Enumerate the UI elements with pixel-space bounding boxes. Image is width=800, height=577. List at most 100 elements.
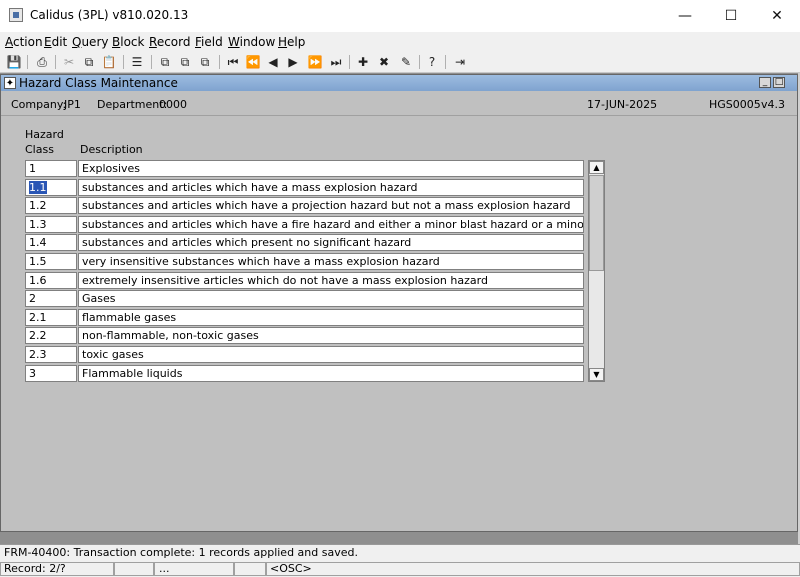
scroll-up-button[interactable]: ▲: [589, 161, 604, 174]
status-segment-3: ...: [154, 562, 234, 576]
maximize-button[interactable]: ☐: [708, 0, 754, 32]
description-field[interactable]: very insensitive substances which have a…: [78, 253, 584, 270]
menu-block[interactable]: Block: [112, 35, 144, 49]
hazard-class-field[interactable]: 1.5: [25, 253, 77, 270]
menu-record[interactable]: Record: [149, 35, 190, 49]
company-label: Company:: [11, 98, 67, 111]
hazard-class-field[interactable]: 2.1: [25, 308, 77, 326]
hazard-class-field[interactable]: 1.2: [25, 197, 77, 215]
menu-block-label: lock: [120, 35, 145, 49]
toolbar-separator: [55, 55, 56, 69]
close-button[interactable]: ✕: [754, 0, 800, 32]
menu-window[interactable]: Window: [228, 35, 275, 49]
osc-indicator: <OSC>: [266, 562, 800, 576]
description-field[interactable]: substances and articles which have a fir…: [78, 215, 584, 233]
next-block-icon[interactable]: ⏩: [307, 54, 323, 70]
column-header-hazard: Hazard: [25, 128, 64, 141]
record-indicator: Record: 2/?: [0, 562, 114, 576]
scroll-thumb[interactable]: [589, 175, 604, 271]
toolbar-separator: [151, 55, 152, 69]
insert-record-icon[interactable]: ✚: [355, 54, 371, 70]
window-title: Calidus (3PL) v810.020.13: [30, 8, 189, 22]
menu-action-mnemonic: A: [5, 35, 13, 49]
form-version: v4.3: [761, 98, 786, 111]
menu-edit-mnemonic: E: [44, 35, 52, 49]
description-field[interactable]: flammable gases: [78, 308, 584, 326]
toolbar-separator: [349, 55, 350, 69]
menu-query-label: uery: [81, 35, 109, 49]
previous-block-icon[interactable]: ⏪: [245, 54, 261, 70]
menu-edit-label: dit: [51, 35, 68, 49]
description-field[interactable]: Gases: [78, 290, 584, 308]
hazard-class-field[interactable]: 2.3: [25, 346, 77, 363]
description-field[interactable]: extremely insensitive articles which do …: [78, 271, 584, 289]
column-header-description: Description: [80, 143, 143, 156]
app-icon: [9, 8, 23, 22]
toolbar-separator: [445, 55, 446, 69]
last-record-icon[interactable]: ⏭: [328, 54, 344, 70]
description-field[interactable]: non-flammable, non-toxic gases: [78, 327, 584, 345]
form-window-icon: ✦: [4, 77, 16, 89]
hazard-class-field[interactable]: 1.3: [25, 215, 77, 233]
list-of-values-icon[interactable]: ☰: [129, 54, 145, 70]
previous-record-icon[interactable]: ◀: [265, 54, 281, 70]
cut-icon[interactable]: ✂: [61, 54, 77, 70]
description-field[interactable]: toxic gases: [78, 346, 584, 363]
enter-query-icon[interactable]: ⧉: [157, 54, 173, 70]
print-icon[interactable]: ⎙: [34, 54, 50, 70]
toolbar: 💾 ⎙ ✂ ⧉ 📋 ☰ ⧉ ⧉ ⧉ ⏮ ⏪ ◀ ▶ ⏩ ⏭ ✚ ✖ ✎ ? ⇥: [0, 52, 800, 73]
save-icon[interactable]: 💾: [6, 54, 22, 70]
help-icon[interactable]: ?: [424, 54, 440, 70]
hazard-class-field[interactable]: 1: [25, 160, 77, 177]
hazard-class-value: 2.3: [29, 348, 47, 361]
description-field[interactable]: Explosives: [78, 160, 584, 177]
hazard-class-field[interactable]: 2: [25, 290, 77, 308]
menu-query[interactable]: Query: [72, 35, 108, 49]
scroll-down-button[interactable]: ▼: [589, 368, 604, 381]
hazard-class-value: 3: [29, 366, 36, 380]
form-title: Hazard Class Maintenance: [19, 76, 178, 90]
title-bar: Calidus (3PL) v810.020.13 — ☐ ✕: [0, 0, 800, 32]
message-bar: FRM-40400: Transaction complete: 1 recor…: [0, 544, 800, 561]
menu-field[interactable]: Field: [195, 35, 223, 49]
menu-block-mnemonic: B: [112, 35, 121, 49]
next-record-icon[interactable]: ▶: [285, 54, 301, 70]
delete-record-icon[interactable]: ✖: [376, 54, 392, 70]
form-minimize-button[interactable]: _: [759, 77, 771, 88]
current-date: 17-JUN-2025: [587, 98, 658, 111]
table-scrollbar[interactable]: ▲ ▼: [588, 160, 605, 382]
company-value: JP1: [64, 98, 81, 111]
menu-record-mnemonic: R: [149, 35, 157, 49]
status-segment-2: [114, 562, 154, 576]
toolbar-separator: [123, 55, 124, 69]
hazard-class-field[interactable]: 1.1: [25, 178, 77, 196]
menu-help[interactable]: Help: [278, 35, 305, 49]
cancel-query-icon[interactable]: ⧉: [197, 54, 213, 70]
description-field[interactable]: substances and articles which have a pro…: [78, 197, 584, 215]
hazard-class-field[interactable]: 2.2: [25, 327, 77, 345]
description-field[interactable]: Flammable liquids: [78, 364, 584, 382]
first-record-icon[interactable]: ⏮: [225, 54, 241, 70]
menu-bar: Action Edit Query Block Record Field Win…: [0, 32, 800, 52]
hazard-class-field[interactable]: 1.4: [25, 234, 77, 252]
hazard-class-field[interactable]: 1.6: [25, 271, 77, 289]
menu-window-label: indow: [239, 35, 276, 49]
exit-icon[interactable]: ⇥: [452, 54, 468, 70]
description-field[interactable]: substances and articles which present no…: [78, 234, 584, 252]
paste-icon[interactable]: 📋: [101, 54, 117, 70]
execute-query-icon[interactable]: ⧉: [177, 54, 193, 70]
form-maximize-button[interactable]: □: [773, 77, 785, 88]
copy-icon[interactable]: ⧉: [81, 54, 97, 70]
menu-edit[interactable]: Edit: [44, 35, 67, 49]
minimize-button[interactable]: —: [662, 0, 708, 32]
menu-record-label: ecord: [156, 35, 191, 49]
toolbar-separator: [419, 55, 420, 69]
hazard-class-field[interactable]: 3: [25, 364, 77, 382]
hazard-class-value: 1.3: [29, 217, 47, 231]
menu-action-label: ction: [13, 35, 43, 49]
toolbar-separator: [219, 55, 220, 69]
form-id: HGS0005: [709, 98, 761, 111]
description-field[interactable]: substances and articles which have a mas…: [78, 178, 584, 196]
menu-action[interactable]: Action: [5, 35, 43, 49]
clear-record-icon[interactable]: ✎: [398, 54, 414, 70]
